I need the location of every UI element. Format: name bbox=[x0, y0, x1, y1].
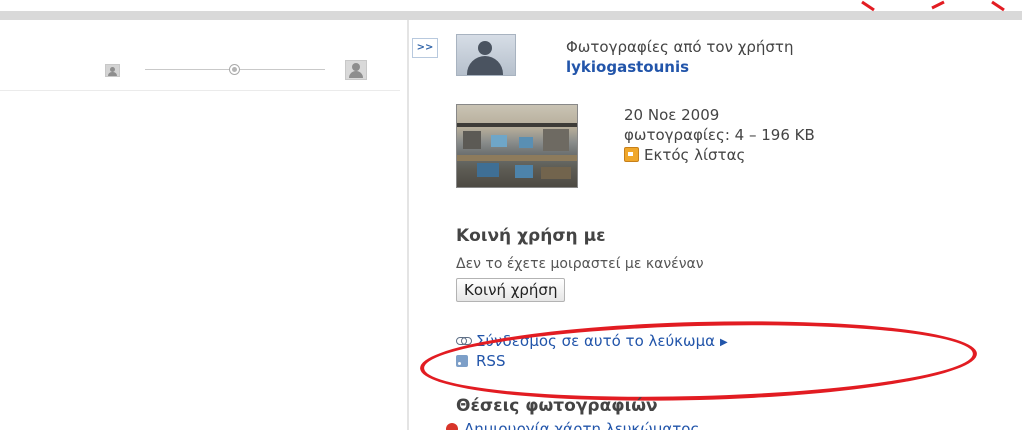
visibility-label: Εκτός λίστας bbox=[644, 146, 746, 164]
album-cover-thumbnail[interactable] bbox=[456, 104, 578, 188]
person-small-icon[interactable] bbox=[105, 64, 120, 77]
slider-knob[interactable] bbox=[229, 64, 240, 75]
share-button[interactable]: Κοινή χρήση bbox=[456, 278, 566, 302]
pane-divider bbox=[407, 20, 409, 430]
person-large-icon[interactable] bbox=[345, 60, 367, 80]
red-stroke-mark bbox=[991, 0, 1005, 12]
lock-icon bbox=[624, 147, 639, 162]
divider bbox=[0, 90, 400, 91]
sharing-heading: Κοινή χρήση με bbox=[456, 226, 606, 246]
album-sidebar: Φωτογραφίες από τον χρήστη lykiogastouni… bbox=[419, 20, 1022, 430]
map-pin-icon bbox=[446, 423, 458, 430]
red-stroke-mark bbox=[931, 0, 945, 10]
thumbnail-size-slider[interactable] bbox=[105, 60, 375, 80]
create-album-map-link[interactable]: Δημιουργία χάρτη λευκώματος bbox=[446, 420, 699, 430]
owner-caption: Φωτογραφίες από τον χρήστη bbox=[566, 38, 794, 56]
toolbar-strip bbox=[0, 11, 1022, 20]
red-highlight-annotation bbox=[419, 314, 978, 408]
places-heading: Θέσεις φωτογραφιών bbox=[456, 396, 658, 416]
album-date: 20 Νοε 2009 bbox=[624, 106, 720, 124]
red-stroke-mark bbox=[861, 0, 875, 12]
top-bar bbox=[0, 0, 1022, 20]
album-visibility: Εκτός λίστας bbox=[624, 146, 745, 164]
create-album-map-label[interactable]: Δημιουργία χάρτη λευκώματος bbox=[464, 420, 699, 430]
album-photo-count: φωτογραφίες: 4 – 196 KB bbox=[624, 126, 815, 144]
avatar[interactable] bbox=[456, 34, 516, 76]
owner-username-link[interactable]: lykiogastounis bbox=[566, 58, 689, 76]
sharing-status: Δεν το έχετε μοιραστεί με κανέναν bbox=[456, 256, 704, 272]
photo-pane bbox=[0, 20, 410, 430]
collapse-sidebar-button[interactable]: >> bbox=[412, 38, 438, 58]
